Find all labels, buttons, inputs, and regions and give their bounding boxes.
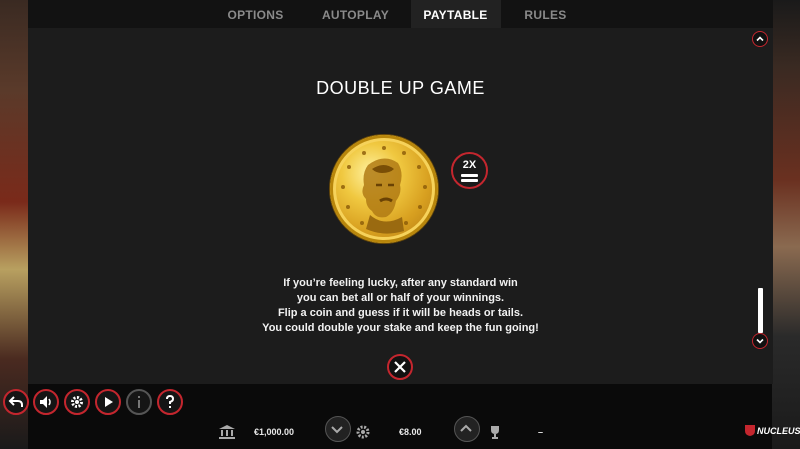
info-icon — [138, 396, 140, 408]
nucleus-logo-icon — [745, 425, 755, 436]
close-icon — [394, 361, 406, 373]
scrollbar-thumb[interactable] — [758, 288, 763, 333]
tab-paytable[interactable]: PAYTABLE — [410, 0, 501, 28]
gear-icon — [71, 396, 83, 408]
balance-value: €1,000.00 — [254, 427, 295, 437]
info-button[interactable] — [126, 389, 152, 415]
clipped-text-line — [278, 25, 578, 33]
tab-rules[interactable]: RULES — [501, 0, 591, 28]
description: If you’re feeling lucky, after any stand… — [28, 276, 773, 336]
coin-portrait-icon — [341, 146, 427, 234]
badge-label: 2X — [462, 159, 477, 171]
trophy-icon — [491, 426, 499, 439]
chevron-down-icon — [756, 338, 764, 344]
background-left — [0, 0, 28, 449]
sound-button[interactable] — [33, 389, 59, 415]
description-line: you can bet all or half of your winnings… — [296, 292, 505, 304]
chevron-up-icon — [460, 424, 472, 432]
chevron-up-icon — [756, 36, 764, 42]
status-bar: €1,000.00 €8.00 – NUCLEUS — [0, 415, 800, 449]
question-icon — [166, 394, 175, 408]
close-button[interactable] — [387, 354, 413, 380]
bet-decrease-button[interactable] — [325, 416, 351, 442]
gold-coin-image — [330, 135, 438, 243]
bank-icon — [219, 425, 235, 439]
brand-logo: NUCLEUS — [757, 426, 800, 436]
description-line: You could double your stake and keep the… — [262, 322, 539, 334]
settings-button[interactable] — [64, 389, 90, 415]
back-arrow-icon — [8, 396, 23, 407]
chevron-down-icon — [331, 426, 343, 434]
description-line: Flip a coin and guess if it will be head… — [277, 307, 524, 319]
coin-stack-line — [461, 179, 478, 182]
section-title: DOUBLE UP GAME — [316, 78, 485, 98]
bet-increase-button[interactable] — [454, 416, 480, 442]
bet-value: €8.00 — [399, 427, 422, 437]
autoplay-button[interactable] — [95, 389, 121, 415]
speaker-icon — [40, 396, 51, 408]
help-button[interactable] — [157, 389, 183, 415]
win-value: – — [538, 427, 544, 437]
coin-stack-icon — [356, 425, 370, 439]
scroll-up-button[interactable] — [752, 31, 768, 47]
double-up-badge: 2X — [451, 152, 488, 189]
scroll-down-button[interactable] — [752, 333, 768, 349]
coin-stack-icon — [461, 174, 478, 177]
paytable-panel: DOUBLE UP GAME 2X If you’re feeling luck… — [28, 28, 773, 384]
tab-autoplay[interactable]: AUTOPLAY — [301, 0, 411, 28]
description-line: If you’re feeling lucky, after any stand… — [283, 277, 518, 289]
play-icon — [105, 397, 113, 407]
back-button[interactable] — [3, 389, 29, 415]
background-right — [772, 0, 800, 449]
tab-options[interactable]: OPTIONS — [211, 0, 301, 28]
top-menu: OPTIONS AUTOPLAY PAYTABLE RULES — [28, 0, 773, 28]
